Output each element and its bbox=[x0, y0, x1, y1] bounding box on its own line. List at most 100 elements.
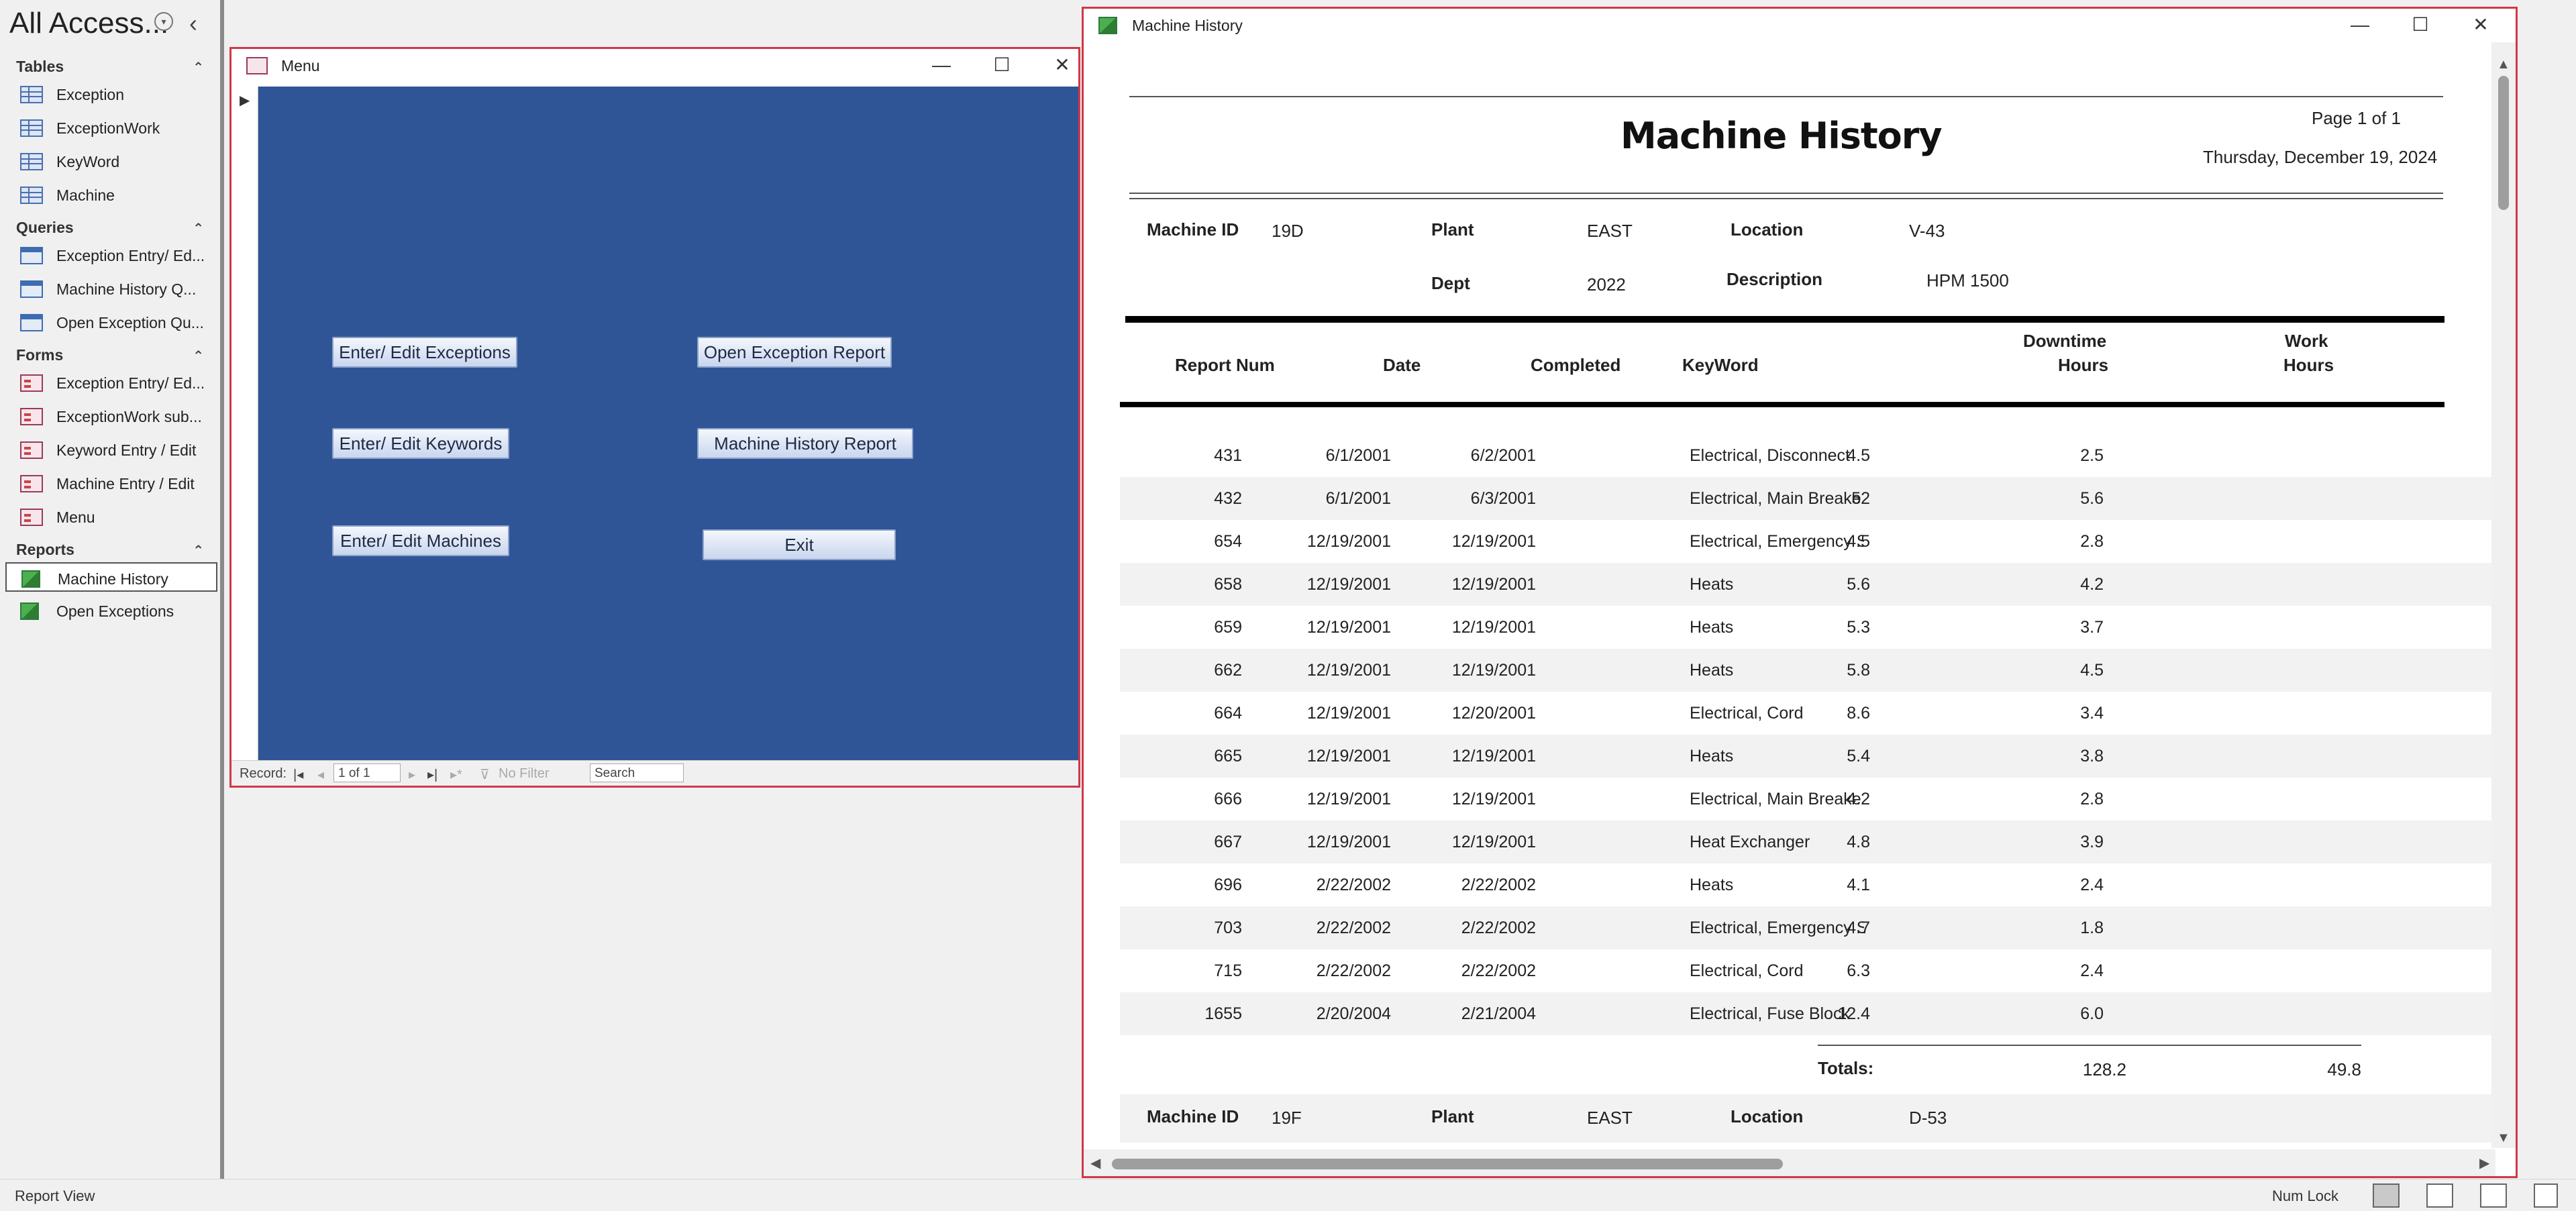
nav-item[interactable]: Keyword Entry / Edit bbox=[5, 435, 217, 464]
nav-group-tables[interactable]: Tables ⌃ bbox=[16, 58, 204, 76]
work-hours-cell: 4.2 bbox=[2080, 575, 2104, 594]
table-row: 432 6/1/2001 6/3/2001 Electrical, Main Brea… bbox=[1120, 477, 2491, 520]
nav-item[interactable]: Exception Entry/ Ed... bbox=[5, 240, 217, 270]
window-titlebar[interactable]: Machine History — ☐ ✕ bbox=[1084, 9, 2516, 42]
first-record-icon[interactable]: |◂ bbox=[293, 766, 303, 783]
new-record-icon[interactable]: ▸* bbox=[450, 766, 462, 783]
col-completed: Completed bbox=[1531, 355, 1621, 375]
nav-group-label: Queries bbox=[16, 219, 74, 236]
report-icon bbox=[20, 602, 39, 620]
scroll-right-icon[interactable]: ▶ bbox=[2479, 1155, 2489, 1171]
table-row: 667 12/19/2001 12/19/2001 Heat Exchanger 4.8… bbox=[1120, 821, 2491, 863]
scroll-thumb[interactable] bbox=[1112, 1159, 1783, 1169]
minimize-icon[interactable]: — bbox=[921, 53, 962, 78]
table-row: 658 12/19/2001 12/19/2001 Heats 5.6 4.2 bbox=[1120, 563, 2491, 606]
window-titlebar[interactable]: Menu — ☐ ✕ bbox=[231, 49, 1078, 83]
vertical-scrollbar[interactable]: ▲ ▼ bbox=[2491, 42, 2516, 1148]
nav-group-queries[interactable]: Queries ⌃ bbox=[16, 219, 204, 237]
filter-icon[interactable]: ⊽ bbox=[480, 766, 490, 783]
table-icon bbox=[20, 187, 43, 204]
chevron-left-icon[interactable]: ‹ bbox=[189, 9, 197, 38]
work-hours-cell: 2.8 bbox=[2080, 790, 2104, 808]
col-work-hours: Hours bbox=[2283, 355, 2334, 375]
col-keyword: KeyWord bbox=[1682, 355, 1759, 375]
next-record-icon[interactable]: ▸ bbox=[409, 766, 415, 783]
report-view-icon[interactable] bbox=[2373, 1183, 2400, 1208]
nav-item[interactable]: Exception Entry/ Ed... bbox=[5, 368, 217, 397]
nav-item[interactable]: Machine Entry / Edit bbox=[5, 468, 217, 498]
nav-group-forms[interactable]: Forms ⌃ bbox=[16, 346, 204, 364]
totals-label: Totals: bbox=[1818, 1058, 1874, 1078]
chevron-up-icon[interactable]: ⌃ bbox=[193, 348, 204, 364]
nav-group-reports[interactable]: Reports ⌃ bbox=[16, 541, 204, 559]
date-cell: 2/22/2002 bbox=[1316, 961, 1391, 980]
work-hours-cell: 3.7 bbox=[2080, 618, 2104, 637]
completed-cell: 12/19/2001 bbox=[1451, 532, 1536, 551]
last-record-icon[interactable]: ▸| bbox=[427, 766, 437, 783]
horizontal-scrollbar[interactable]: ◀ ▶ bbox=[1084, 1149, 2495, 1176]
enter-edit-keywords-button[interactable]: Enter/ Edit Keywords bbox=[332, 428, 509, 459]
downtime-cell: 4.5 bbox=[1847, 446, 1870, 465]
nav-pane-title[interactable]: All Access... bbox=[9, 7, 168, 40]
chevron-up-icon[interactable]: ⌃ bbox=[193, 220, 204, 237]
nav-item[interactable]: Machine History bbox=[5, 562, 217, 592]
table-row: 659 12/19/2001 12/19/2001 Heats 5.3 3.7 bbox=[1120, 606, 2491, 649]
scroll-down-icon[interactable]: ▼ bbox=[2497, 1130, 2510, 1146]
date-cell: 12/19/2001 bbox=[1306, 747, 1391, 766]
downtime-cell: 4.7 bbox=[1847, 918, 1870, 937]
menu-form-window: Menu — ☐ ✕ ▶ Enter/ Edit Exceptions Ente… bbox=[229, 47, 1080, 788]
totals-work: 49.8 bbox=[2327, 1059, 2361, 1080]
table-icon bbox=[20, 119, 43, 137]
nav-item[interactable]: Machine History Q... bbox=[5, 274, 217, 303]
maximize-icon[interactable]: ☐ bbox=[2400, 13, 2440, 38]
work-hours-cell: 2.5 bbox=[2080, 446, 2104, 465]
layout-view-icon[interactable] bbox=[2480, 1183, 2507, 1208]
nav-item[interactable]: ExceptionWork bbox=[5, 113, 217, 142]
dept-label: Dept bbox=[1431, 273, 1470, 293]
nav-item[interactable]: KeyWord bbox=[5, 146, 217, 176]
record-selector[interactable]: ▶ bbox=[231, 87, 258, 763]
nav-item[interactable]: Open Exceptions bbox=[5, 596, 217, 625]
completed-cell: 12/19/2001 bbox=[1451, 618, 1536, 637]
chevron-down-icon[interactable]: ▾ bbox=[154, 12, 173, 31]
design-view-icon[interactable] bbox=[2534, 1183, 2558, 1208]
completed-cell: 2/22/2002 bbox=[1461, 961, 1536, 980]
nav-item-label: ExceptionWork bbox=[56, 119, 160, 137]
machine-history-report-button[interactable]: Machine History Report bbox=[697, 428, 913, 459]
maximize-icon[interactable]: ☐ bbox=[982, 53, 1022, 78]
close-icon[interactable]: ✕ bbox=[1042, 53, 1082, 78]
enter-edit-machines-button[interactable]: Enter/ Edit Machines bbox=[332, 525, 509, 556]
previous-record-icon[interactable]: ◂ bbox=[317, 766, 324, 783]
close-icon[interactable]: ✕ bbox=[2461, 13, 2501, 38]
chevron-up-icon[interactable]: ⌃ bbox=[193, 542, 204, 559]
nav-item[interactable]: ExceptionWork sub... bbox=[5, 401, 217, 431]
plant-label: Plant bbox=[1431, 219, 1474, 240]
enter-edit-exceptions-button[interactable]: Enter/ Edit Exceptions bbox=[332, 337, 517, 368]
chevron-up-icon[interactable]: ⌃ bbox=[193, 59, 204, 76]
nav-item-label: Exception Entry/ Ed... bbox=[56, 247, 205, 264]
divider bbox=[1125, 316, 2444, 323]
record-position-field[interactable]: 1 of 1 bbox=[333, 764, 401, 782]
keyword-cell: Electrical, Main Breake bbox=[1690, 489, 1861, 508]
completed-cell: 12/19/2001 bbox=[1451, 790, 1536, 808]
downtime-cell: 5.8 bbox=[1847, 661, 1870, 680]
nav-item[interactable]: Menu bbox=[5, 502, 217, 531]
search-input[interactable]: Search bbox=[590, 764, 684, 782]
nav-item[interactable]: Machine bbox=[5, 180, 217, 209]
minimize-icon[interactable]: — bbox=[2340, 13, 2380, 38]
scroll-up-icon[interactable]: ▲ bbox=[2497, 57, 2510, 72]
view-status: Report View bbox=[15, 1188, 95, 1204]
nav-item[interactable]: Exception bbox=[5, 79, 217, 109]
divider bbox=[1129, 198, 2443, 199]
scroll-thumb[interactable] bbox=[2498, 76, 2509, 210]
no-filter-label[interactable]: No Filter bbox=[499, 766, 550, 782]
query-icon bbox=[20, 280, 43, 298]
open-exception-report-button[interactable]: Open Exception Report bbox=[697, 337, 892, 368]
exit-button[interactable]: Exit bbox=[703, 529, 896, 560]
print-preview-icon[interactable] bbox=[2426, 1183, 2453, 1208]
report-page: Machine History Page 1 of 1 Thursday, De… bbox=[1084, 42, 2491, 1143]
date-cell: 6/1/2001 bbox=[1325, 489, 1391, 508]
nav-item[interactable]: Open Exception Qu... bbox=[5, 307, 217, 337]
nav-group-label: Reports bbox=[16, 541, 74, 558]
scroll-left-icon[interactable]: ◀ bbox=[1090, 1155, 1100, 1171]
